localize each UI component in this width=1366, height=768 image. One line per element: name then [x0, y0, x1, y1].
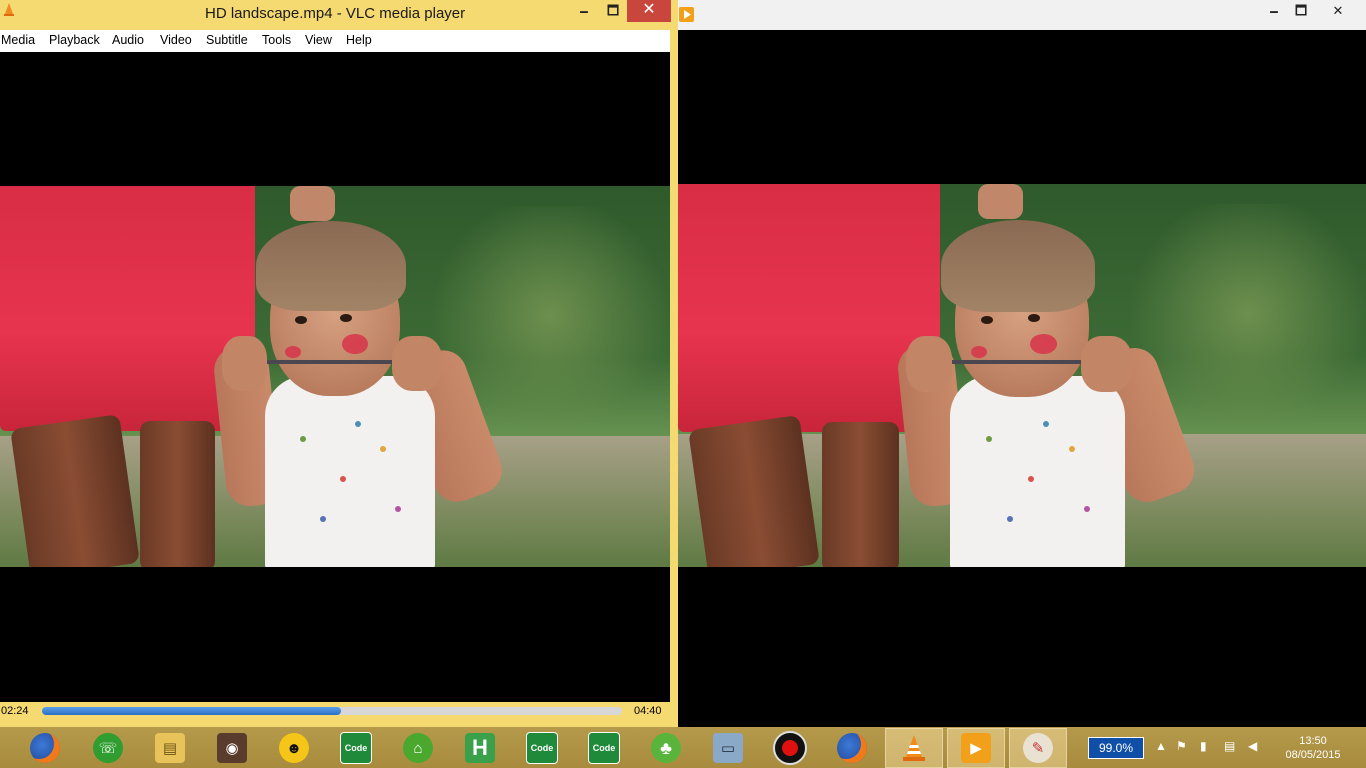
phone-icon: ☏	[93, 733, 123, 763]
taskbar-record-app[interactable]	[762, 729, 818, 767]
clock-time: 13:50	[1299, 735, 1327, 747]
taskbar-clover-app[interactable]: ♣	[638, 729, 694, 767]
taskbar-vlc-app[interactable]	[885, 728, 943, 768]
palette-icon: ✎	[1023, 733, 1053, 763]
speaker-icon: ◉	[217, 733, 247, 763]
smiley-icon: ☻	[279, 733, 309, 763]
taskbar-firefox-2[interactable]	[824, 729, 880, 767]
clover-icon: ♣	[651, 733, 681, 763]
firefox-icon	[30, 733, 60, 763]
menu-audio[interactable]: Audio	[112, 33, 144, 47]
menu-playback[interactable]: Playback	[49, 33, 100, 47]
taskbar-code-app-2[interactable]: Code	[514, 729, 570, 767]
minimize-button-right[interactable]: 🗕	[1260, 0, 1288, 22]
minimize-button[interactable]: 🗕	[570, 0, 598, 22]
battery-indicator[interactable]: 99.0%	[1088, 737, 1144, 759]
firefox-icon-2	[837, 733, 867, 763]
media-player-icon	[679, 7, 694, 22]
taskbar-code-app[interactable]: Code	[328, 729, 384, 767]
code-icon: Code	[340, 732, 372, 764]
taskbar-media-player-app[interactable]: ▶	[947, 728, 1005, 768]
vlc-cone-icon	[4, 3, 14, 16]
code-icon-2: Code	[526, 732, 558, 764]
h-icon: H	[465, 733, 495, 763]
video-frame	[0, 186, 670, 567]
taskbar-sunglasses-smiley[interactable]: ☻	[266, 729, 322, 767]
video-display[interactable]	[0, 52, 670, 702]
window-title: HD landscape.mp4 - VLC media player	[205, 5, 466, 22]
menu-help[interactable]: Help	[346, 33, 372, 47]
elapsed-time: 02:24	[1, 705, 29, 717]
vlc-window-left: HD landscape.mp4 - VLC media player 🗕 🗖 …	[0, 0, 678, 730]
flag-icon[interactable]: ⚑	[1176, 739, 1187, 753]
taskbar-monitor-app[interactable]: ▭	[700, 729, 756, 767]
taskbar-green-phone-app[interactable]: ☏	[80, 729, 136, 767]
seek-progress	[42, 707, 341, 715]
taskbar-paint-app[interactable]: ✎	[1009, 728, 1067, 768]
title-bar[interactable]: HD landscape.mp4 - VLC media player 🗕 🗖 …	[0, 0, 678, 30]
play-icon: ▶	[961, 733, 991, 763]
window-border	[670, 30, 678, 728]
vlc-cone-icon-taskbar	[903, 735, 925, 761]
menu-bar: Media Playback Audio Video Subtitle Tool…	[0, 30, 670, 52]
code-icon-3: Code	[588, 732, 620, 764]
taskbar-firefox[interactable]	[17, 729, 73, 767]
network-icon[interactable]: ▤	[1224, 739, 1235, 753]
total-time: 04:40	[634, 705, 662, 717]
menu-view[interactable]: View	[305, 33, 332, 47]
taskbar-code-app-3[interactable]: Code	[576, 729, 632, 767]
volume-icon[interactable]: ◀	[1248, 739, 1257, 753]
taskbar-file-explorer[interactable]: ▤	[142, 729, 198, 767]
menu-tools[interactable]: Tools	[262, 33, 291, 47]
taskbar-green-bag-app[interactable]: ⌂	[390, 729, 446, 767]
folder-icon: ▤	[155, 733, 185, 763]
system-clock[interactable]: 13:50 08/05/2015	[1278, 734, 1348, 762]
chevron-up-icon[interactable]: ▲	[1155, 739, 1167, 753]
taskbar-h-app[interactable]: H	[452, 729, 508, 767]
seek-bar[interactable]	[42, 707, 622, 715]
monitor-icon: ▭	[713, 733, 743, 763]
maximize-button-right[interactable]: 🗖	[1287, 0, 1315, 22]
title-bar-right[interactable]: 🗕 🗖 ✕	[678, 0, 1366, 30]
maximize-button[interactable]: 🗖	[599, 0, 627, 22]
video-frame-right	[678, 184, 1366, 567]
taskbar-speaker-app[interactable]: ◉	[204, 729, 260, 767]
clock-date: 08/05/2015	[1285, 749, 1341, 761]
menu-media[interactable]: Media	[1, 33, 35, 47]
video-display-right[interactable]	[678, 30, 1366, 727]
power-icon[interactable]: ▮	[1200, 739, 1207, 753]
menu-subtitle[interactable]: Subtitle	[206, 33, 248, 47]
vlc-window-right: 🗕 🗖 ✕	[678, 0, 1366, 727]
close-button[interactable]: ✕	[627, 0, 671, 22]
menu-video[interactable]: Video	[160, 33, 192, 47]
bag-icon: ⌂	[403, 733, 433, 763]
taskbar: ☏ ▤ ◉ ☻ Code ⌂ H Code Code ♣ ▭ ▶ ✎ 99.0%…	[0, 727, 1366, 768]
close-button-right[interactable]: ✕	[1318, 0, 1358, 22]
record-icon	[773, 731, 807, 765]
